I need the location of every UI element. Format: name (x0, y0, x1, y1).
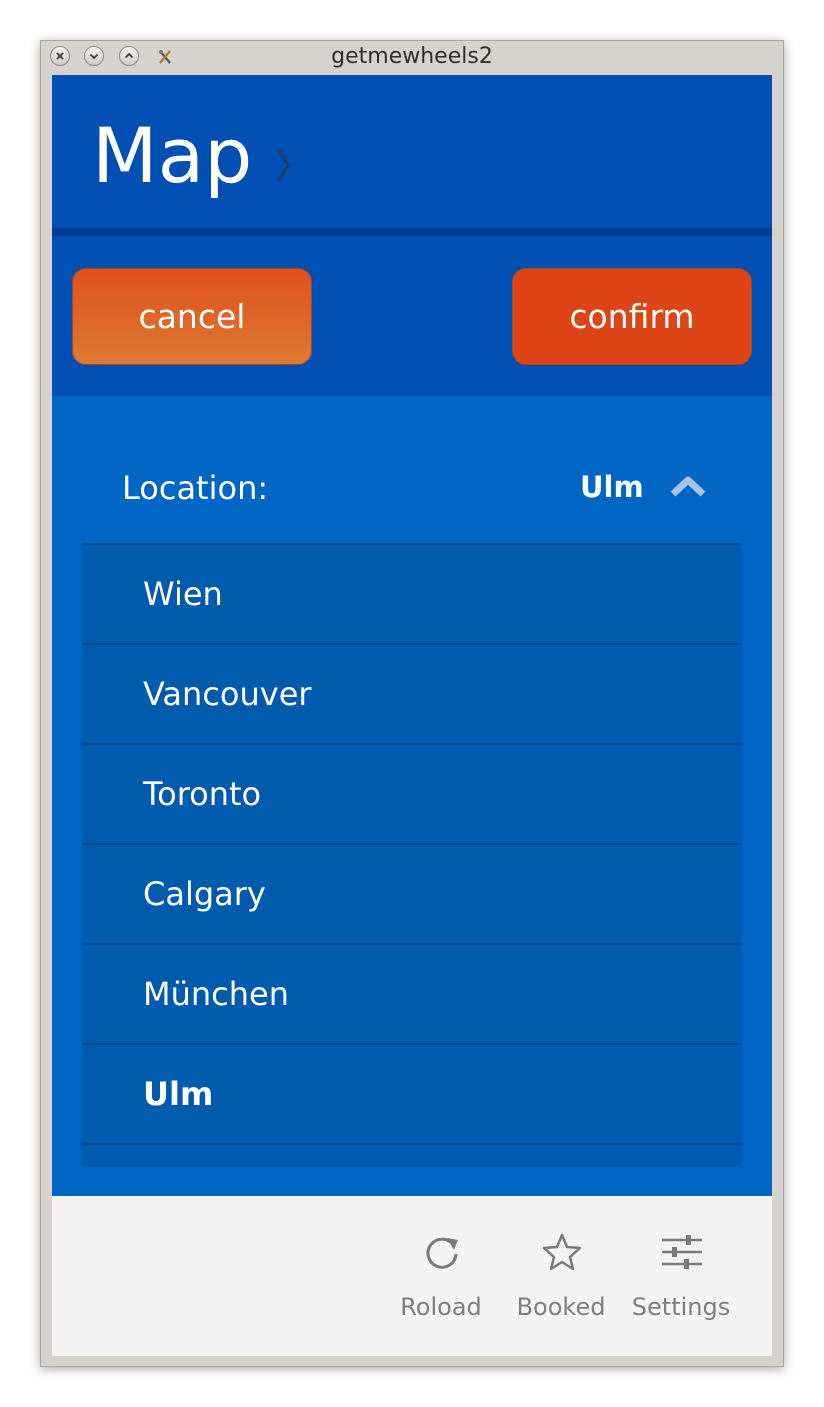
header-divider (52, 228, 772, 236)
list-item[interactable]: Toronto (82, 743, 742, 843)
settings-label: Settings (631, 1293, 731, 1321)
bottom-toolbar: Roload Booked Settings (52, 1196, 772, 1356)
list-item-label: Ulm (143, 1075, 214, 1113)
location-dropdown-list: Wien Vancouver Toronto Calgary München U… (82, 543, 742, 1167)
list-item-label: Wien (143, 575, 223, 613)
booked-button[interactable]: Booked (506, 1196, 616, 1356)
list-divider (82, 1143, 742, 1167)
window-title: getmewheels2 (331, 44, 493, 69)
chevron-right-icon[interactable] (274, 143, 292, 187)
booked-label: Booked (516, 1293, 606, 1321)
page-header: Map (52, 75, 772, 228)
sliders-icon (662, 1235, 702, 1269)
list-item-selected[interactable]: Ulm (82, 1043, 742, 1143)
page-title: Map (92, 111, 253, 200)
reload-label: Roload (400, 1293, 482, 1321)
reload-button[interactable]: Roload (386, 1196, 496, 1356)
list-item-label: Toronto (143, 775, 262, 813)
app-content: Map cancel confirm Location: Ulm Wien Va… (52, 75, 772, 1356)
settings-button[interactable]: Settings (626, 1196, 736, 1356)
list-item-label: Calgary (143, 875, 266, 913)
window-titlebar[interactable]: getmewheels2 (41, 41, 783, 75)
app-window: getmewheels2 Map cancel confirm Location… (40, 40, 784, 1367)
list-item[interactable]: München (82, 943, 742, 1043)
action-bar: cancel confirm (52, 236, 772, 396)
list-item[interactable]: Wien (82, 543, 742, 643)
list-item[interactable]: Calgary (82, 843, 742, 943)
location-selector[interactable]: Location: Ulm (82, 396, 742, 543)
location-label: Location: (122, 469, 269, 507)
list-item-label: München (143, 975, 290, 1013)
confirm-button[interactable]: confirm (512, 268, 752, 365)
chevron-up-icon[interactable] (670, 472, 706, 500)
reload-icon (426, 1237, 458, 1269)
location-value: Ulm (580, 470, 644, 504)
list-item-label: Vancouver (143, 675, 312, 713)
star-icon (542, 1233, 582, 1271)
list-item[interactable]: Vancouver (82, 643, 742, 743)
cancel-button[interactable]: cancel (72, 268, 312, 365)
